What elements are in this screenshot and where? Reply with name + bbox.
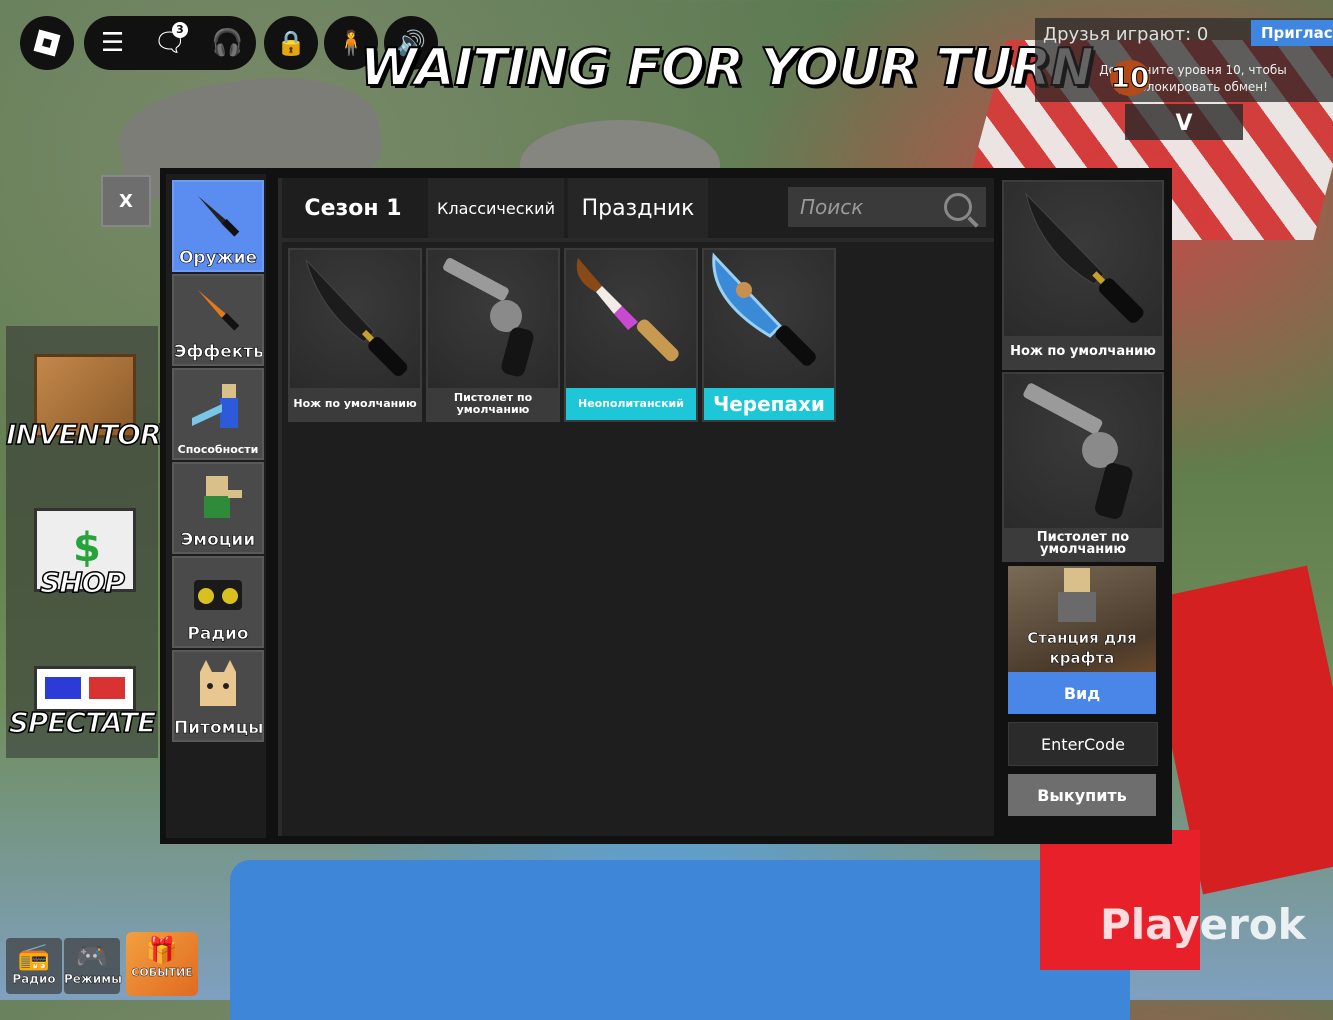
radio-button[interactable]: 📻 Радио [6,938,62,994]
category-radio[interactable]: Радио [172,556,264,648]
modes-button[interactable]: 🎮 Режимы [64,938,122,994]
radio-icon [194,580,242,610]
inventory-button[interactable]: INVENTORY [5,417,179,452]
category-emotes[interactable]: Эмоции [172,462,264,554]
crafter-avatar-icon [1058,568,1096,622]
item-card[interactable]: Нож по умолчанию [288,248,422,422]
item-card[interactable]: Неополитанский [564,248,698,422]
knife-icon [1004,182,1162,336]
fire-knife-icon [198,290,240,331]
category-label: Оружие [178,248,258,269]
emote-icon [204,476,242,518]
invite-button[interactable]: Пригласить [1251,20,1333,46]
hud-group: ☰ 🗨 3 🎧 [84,16,256,70]
tab-holiday[interactable]: Праздник [568,178,708,241]
scenery-pool [230,860,1130,1020]
tab-classic[interactable]: Классический [428,178,564,241]
enter-code-button[interactable]: EnterCode [1008,722,1158,766]
divider [282,238,994,242]
spectate-button[interactable]: SPECTATE [6,705,158,740]
items-panel: Сезон 1 Классический Праздник Поиск Нож … [278,178,994,836]
radio-label: Радио [12,972,56,986]
chat-badge: 3 [171,22,188,38]
search-box[interactable]: Поиск [788,187,986,227]
waiting-title: WAITING FOR YOUR TURN [359,37,1095,99]
revolver-icon [428,250,558,388]
equipped-knife-slot[interactable]: Нож по умолчанию [1002,180,1164,370]
event-button[interactable]: 🎁 СОБЫТИЕ [126,932,198,996]
close-button[interactable]: X [101,175,151,227]
category-label: Питомцы [174,718,264,739]
redeem-button[interactable]: Выкупить [1008,774,1156,816]
ability-icon [192,384,238,428]
knife-icon [290,250,420,388]
pet-icon [200,660,236,706]
level-badge: 10 [1110,60,1150,96]
side-menu: INVENTORY SHOP SPECTATE [5,326,179,758]
tab-season-1[interactable]: Сезон 1 [282,178,424,241]
crafting-station-label: Станция для крафта [1027,629,1137,668]
shop-button[interactable]: SHOP [6,565,158,600]
neapolitan-knife-icon [566,250,696,388]
item-name: Нож по умолчанию [290,388,420,420]
roblox-logo-icon [33,29,61,57]
trade-unlock-text: Достигните уровня 10, чтобы разблокирова… [1099,63,1287,94]
roblox-menu-button[interactable] [20,16,74,70]
item-name: Неополитанский [566,388,696,420]
friends-panel: Друзья играют: 0 Пригласить Достигните у… [1035,18,1333,102]
watermark: Playerok [1100,900,1306,949]
item-name: Черепахи [704,388,834,420]
category-weapons[interactable]: Оружие [172,180,264,272]
shift-lock-icon[interactable]: 🔒 [264,16,318,70]
equipped-gun-slot[interactable]: Пистолет по умолчанию [1002,372,1164,562]
friends-playing-label: Друзья играют: 0 [1043,24,1209,45]
item-name: Пистолет по умолчанию [428,388,558,420]
inventory-window: Оружие Эффекты Способности Эмоции Радио … [160,168,1172,844]
category-pets[interactable]: Питомцы [172,650,264,742]
category-abilities[interactable]: Способности [172,368,264,460]
event-label: СОБЫТИЕ [131,966,193,979]
category-label: Эффекты [174,342,264,363]
modes-label: Режимы [64,972,122,986]
category-column: Оружие Эффекты Способности Эмоции Радио … [166,174,266,838]
category-label: Эмоции [180,530,256,551]
radio-icon: 📻 [17,942,51,972]
gamepad-icon: 🎮 [75,942,109,972]
item-name: Нож по умолчанию [1004,336,1162,368]
knife-icon [198,196,240,237]
item-card[interactable]: Черепахи [702,248,836,422]
category-label: Способности [177,443,259,456]
item-name: Пистолет по умолчанию [1004,528,1162,560]
category-effects[interactable]: Эффекты [172,274,264,366]
hamburger-menu-icon[interactable]: ☰ [93,28,133,58]
item-card[interactable]: Пистолет по умолчанию [426,248,560,422]
event-icon: 🎁 [145,936,179,966]
friends-toggle-button[interactable]: V [1125,104,1243,140]
search-input[interactable]: Поиск [788,195,944,219]
search-icon[interactable] [944,193,972,221]
view-button[interactable]: Вид [1008,672,1156,714]
headset-icon[interactable]: 🎧 [207,28,247,58]
turtle-knife-icon [704,250,834,388]
revolver-icon [1004,374,1162,528]
category-label: Радио [187,624,249,645]
chat-icon[interactable]: 🗨 3 [150,22,190,58]
